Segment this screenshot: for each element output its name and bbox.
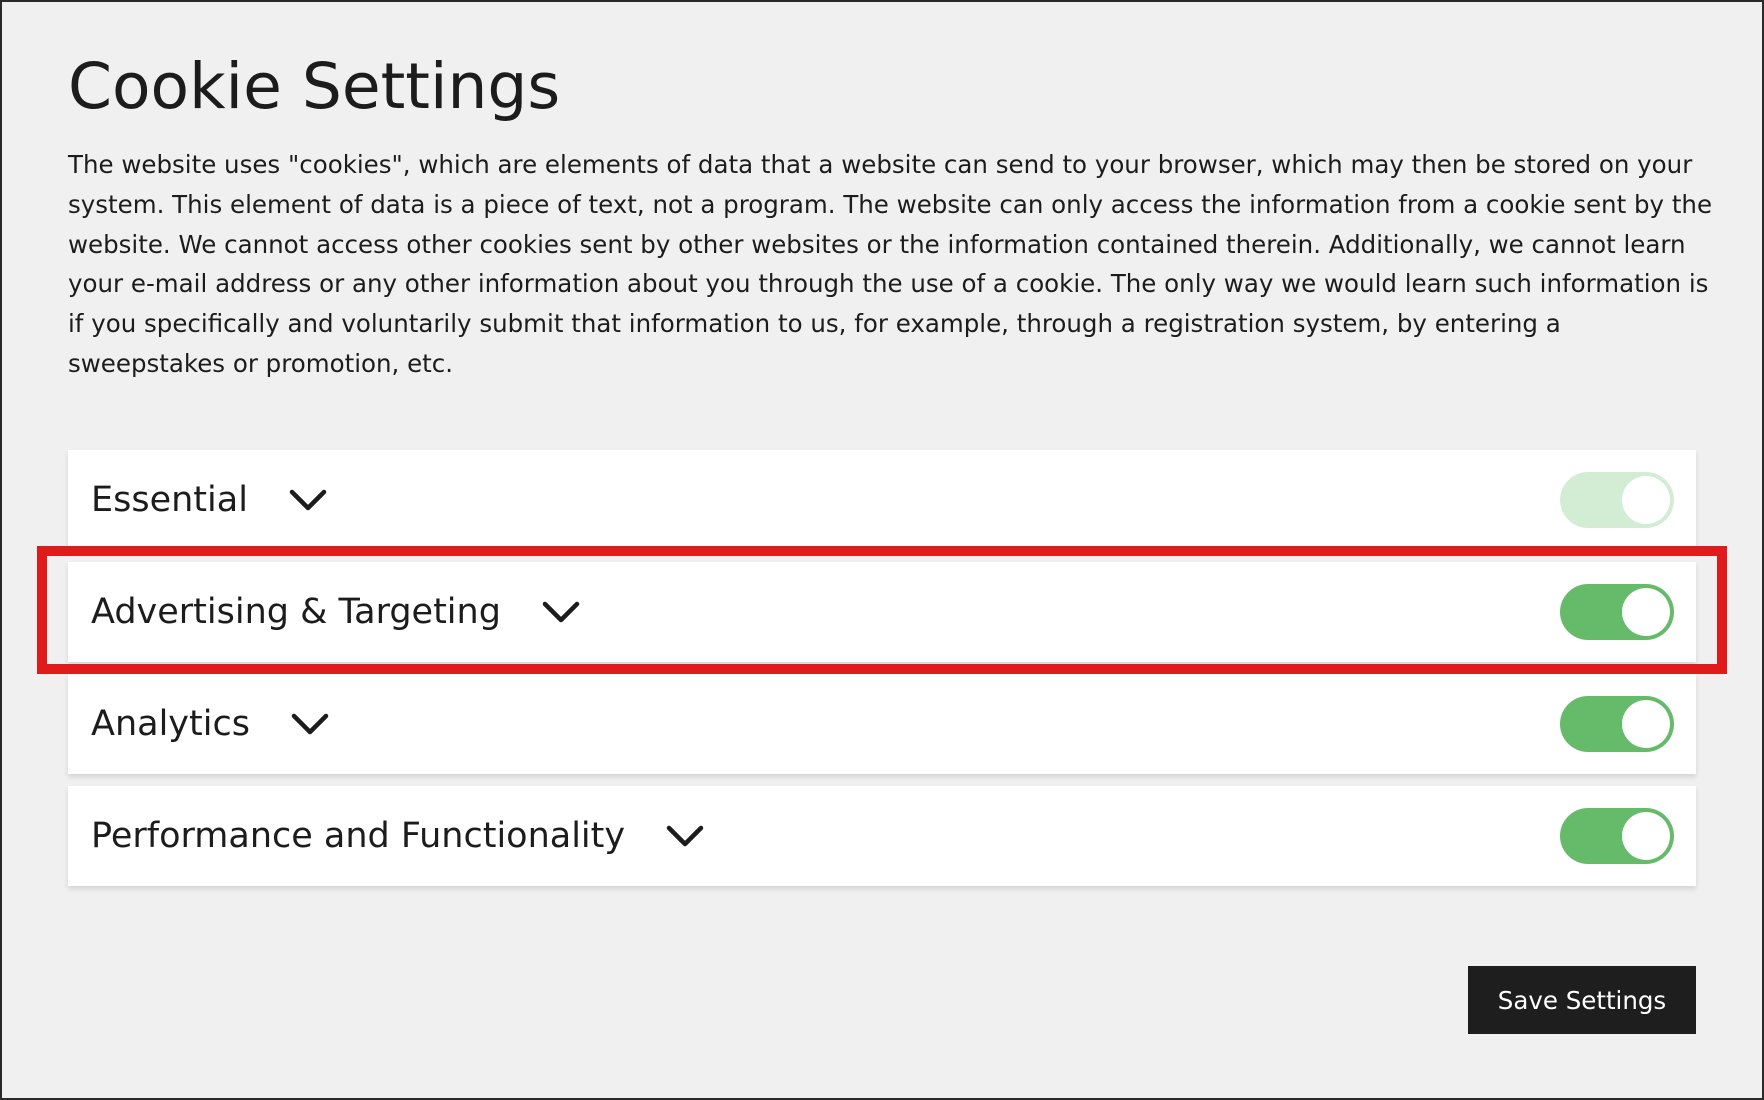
- toggle-knob: [1622, 700, 1670, 748]
- category-expander-performance-functionality[interactable]: Performance and Functionality: [91, 786, 707, 886]
- category-row-performance-functionality: Performance and Functionality: [68, 786, 1696, 886]
- cookie-category-list: Essential Advertising & Targeting Analyt…: [68, 450, 1696, 898]
- chevron-down-icon: [288, 702, 332, 746]
- chevron-down-icon: [663, 814, 707, 858]
- chevron-down-icon: [286, 478, 330, 522]
- category-expander-analytics[interactable]: Analytics: [91, 674, 332, 774]
- toggle-knob: [1622, 588, 1670, 636]
- toggle-advertising-targeting[interactable]: [1560, 584, 1674, 640]
- category-expander-advertising-targeting[interactable]: Advertising & Targeting: [91, 562, 583, 662]
- category-label-advertising-targeting: Advertising & Targeting: [91, 592, 501, 632]
- category-label-performance-functionality: Performance and Functionality: [91, 816, 626, 856]
- cookie-description: The website uses "cookies", which are el…: [68, 150, 1713, 378]
- category-row-essential: Essential: [68, 450, 1696, 550]
- toggle-analytics[interactable]: [1560, 696, 1674, 752]
- category-row-analytics: Analytics: [68, 674, 1696, 774]
- chevron-down-icon: [539, 590, 583, 634]
- category-label-analytics: Analytics: [91, 704, 250, 744]
- toggle-performance-functionality[interactable]: [1560, 808, 1674, 864]
- page-title: Cookie Settings: [68, 50, 561, 123]
- toggle-knob: [1622, 812, 1670, 860]
- category-label-essential: Essential: [91, 480, 248, 520]
- toggle-knob: [1622, 476, 1670, 524]
- toggle-essential: [1560, 472, 1674, 528]
- category-expander-essential[interactable]: Essential: [91, 450, 330, 550]
- cookie-settings-dialog: Cookie Settings The website uses "cookie…: [0, 0, 1764, 1100]
- category-row-advertising-targeting: Advertising & Targeting: [68, 562, 1696, 662]
- save-settings-button[interactable]: Save Settings: [1468, 966, 1696, 1034]
